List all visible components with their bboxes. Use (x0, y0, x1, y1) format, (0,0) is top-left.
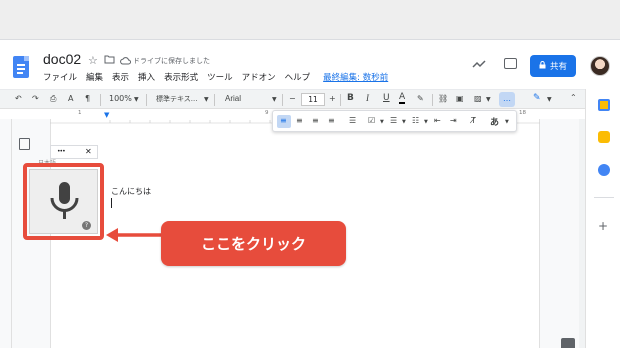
zoom-select[interactable]: 100% (109, 94, 132, 103)
justify-icon[interactable]: ≡ (328, 116, 335, 125)
align-center-icon[interactable]: ≡ (296, 116, 303, 125)
print-icon[interactable]: ⎙ (50, 94, 56, 104)
insert-image-icon[interactable]: ▨ (474, 94, 482, 103)
text-cursor (111, 198, 112, 208)
last-edit-link[interactable]: 最終編集: 数秒前 (323, 71, 388, 83)
browser-top-strip (0, 0, 620, 40)
menu-insert[interactable]: 挿入 (138, 71, 155, 83)
tasks-icon[interactable] (598, 164, 610, 176)
redo-icon[interactable]: ↷ (32, 94, 39, 103)
callout-box: ここをクリック (161, 221, 346, 266)
share-label: 共有 (549, 62, 567, 72)
style-select[interactable]: 標準テキス... (156, 94, 197, 104)
overflow-toolbar: ≡ ≡ ≡ ≡ ☰ ☑ ▼ ☰ ▼ ☷ ▼ ⇤ ⇥ T̸ あ ▼ (272, 110, 517, 132)
side-panel-divider (594, 197, 614, 198)
bold-button[interactable]: B (347, 93, 354, 103)
comment-icon[interactable] (504, 58, 517, 69)
font-select[interactable]: Arial (225, 94, 241, 103)
trend-icon[interactable] (472, 58, 486, 72)
chevron-down-icon: ▼ (505, 119, 509, 125)
text-color-button[interactable]: A (399, 92, 406, 104)
chevron-down-icon: ▼ (486, 96, 491, 103)
cloud-saved-icon (120, 55, 131, 68)
menu-bar: ファイル 編集 表示 挿入 表示形式 ツール アドオン ヘルプ 最終編集: 数秒… (43, 71, 388, 83)
increase-font-size-button[interactable]: + (329, 94, 336, 103)
paint-format-icon[interactable]: ¶ (85, 94, 90, 103)
bulleted-list-icon[interactable]: ☰ (390, 116, 397, 125)
chevron-down-icon: ▼ (424, 119, 428, 125)
vertical-ruler (0, 119, 12, 348)
menu-file[interactable]: ファイル (43, 71, 77, 83)
document-body-text[interactable]: こんにちは (111, 186, 151, 197)
callout-arrow (104, 224, 164, 244)
highlight-box (23, 163, 104, 240)
collapse-menu-icon[interactable]: ⌃ (570, 93, 577, 102)
menu-edit[interactable]: 編集 (86, 71, 103, 83)
avatar[interactable] (590, 56, 610, 76)
edit-mode-icon[interactable]: ✎ (533, 93, 541, 103)
decrease-font-size-button[interactable]: − (289, 94, 296, 103)
chevron-down-icon: ▼ (402, 119, 406, 125)
menu-view[interactable]: 表示 (112, 71, 129, 83)
chevron-down-icon: ▼ (380, 119, 384, 125)
google-docs-icon[interactable] (13, 56, 29, 78)
undo-icon[interactable]: ↶ (15, 94, 22, 103)
lock-icon (539, 60, 546, 72)
decrease-indent-icon[interactable]: ⇤ (434, 116, 441, 125)
highlight-icon[interactable]: ✎ (417, 94, 424, 103)
spellcheck-icon[interactable]: A (68, 94, 73, 103)
more-options-button[interactable]: … (499, 92, 515, 107)
ruler-number: 18 (519, 110, 526, 116)
chevron-down-icon: ▼ (547, 96, 552, 103)
save-status: ドライブに保存しました (133, 57, 210, 65)
input-tools-icon[interactable]: あ (490, 115, 499, 128)
checklist-icon[interactable]: ☑ (368, 116, 375, 125)
move-to-folder-icon[interactable] (104, 54, 115, 67)
numbered-list-icon[interactable]: ☷ (412, 116, 419, 125)
link-icon[interactable]: ⛓ (438, 94, 448, 103)
line-spacing-icon[interactable]: ☰ (349, 116, 356, 125)
clear-formatting-icon[interactable]: T̸ (471, 116, 476, 125)
underline-button[interactable]: U (383, 93, 390, 103)
calendar-icon[interactable] (598, 99, 610, 111)
explore-button[interactable] (561, 338, 575, 348)
voice-typing-header: ••• ✕ (50, 145, 98, 159)
menu-help[interactable]: ヘルプ (285, 71, 311, 83)
indent-marker-icon[interactable]: ▼ (104, 111, 109, 119)
close-icon[interactable]: ✕ (85, 147, 92, 156)
menu-tools[interactable]: ツール (207, 71, 233, 83)
keep-icon[interactable] (598, 131, 610, 143)
font-size-input[interactable]: 11 (301, 93, 325, 106)
align-right-icon[interactable]: ≡ (312, 116, 319, 125)
screenshot-root: doc02 ☆ ドライブに保存しました ファイル 編集 表示 挿入 表示形式 ツ… (0, 0, 620, 348)
document-title[interactable]: doc02 (43, 51, 81, 67)
callout-text: ここをクリック (200, 235, 306, 253)
ruler-number: 1 (78, 110, 82, 116)
share-button[interactable]: 共有 (530, 55, 576, 77)
add-comment-icon[interactable]: ▣ (456, 94, 464, 103)
menu-addons[interactable]: アドオン (242, 71, 276, 83)
italic-button[interactable]: I (366, 93, 369, 103)
ruler-number: 9 (265, 110, 269, 116)
document-outline-icon[interactable] (19, 138, 30, 150)
star-icon[interactable]: ☆ (88, 54, 98, 67)
main-toolbar: ↶ ↷ ⎙ A ¶ 100% ▼ 標準テキス... ▼ Arial ▼ − 11… (0, 89, 585, 109)
chevron-down-icon: ▼ (204, 96, 209, 103)
menu-format[interactable]: 表示形式 (164, 71, 198, 83)
voice-typing-menu-icon[interactable]: ••• (57, 148, 66, 155)
increase-indent-icon[interactable]: ⇥ (450, 116, 457, 125)
align-left-icon[interactable]: ≡ (280, 116, 287, 125)
add-addon-icon[interactable]: + (598, 219, 608, 233)
chevron-down-icon: ▼ (134, 96, 139, 103)
chevron-down-icon: ▼ (272, 96, 277, 103)
